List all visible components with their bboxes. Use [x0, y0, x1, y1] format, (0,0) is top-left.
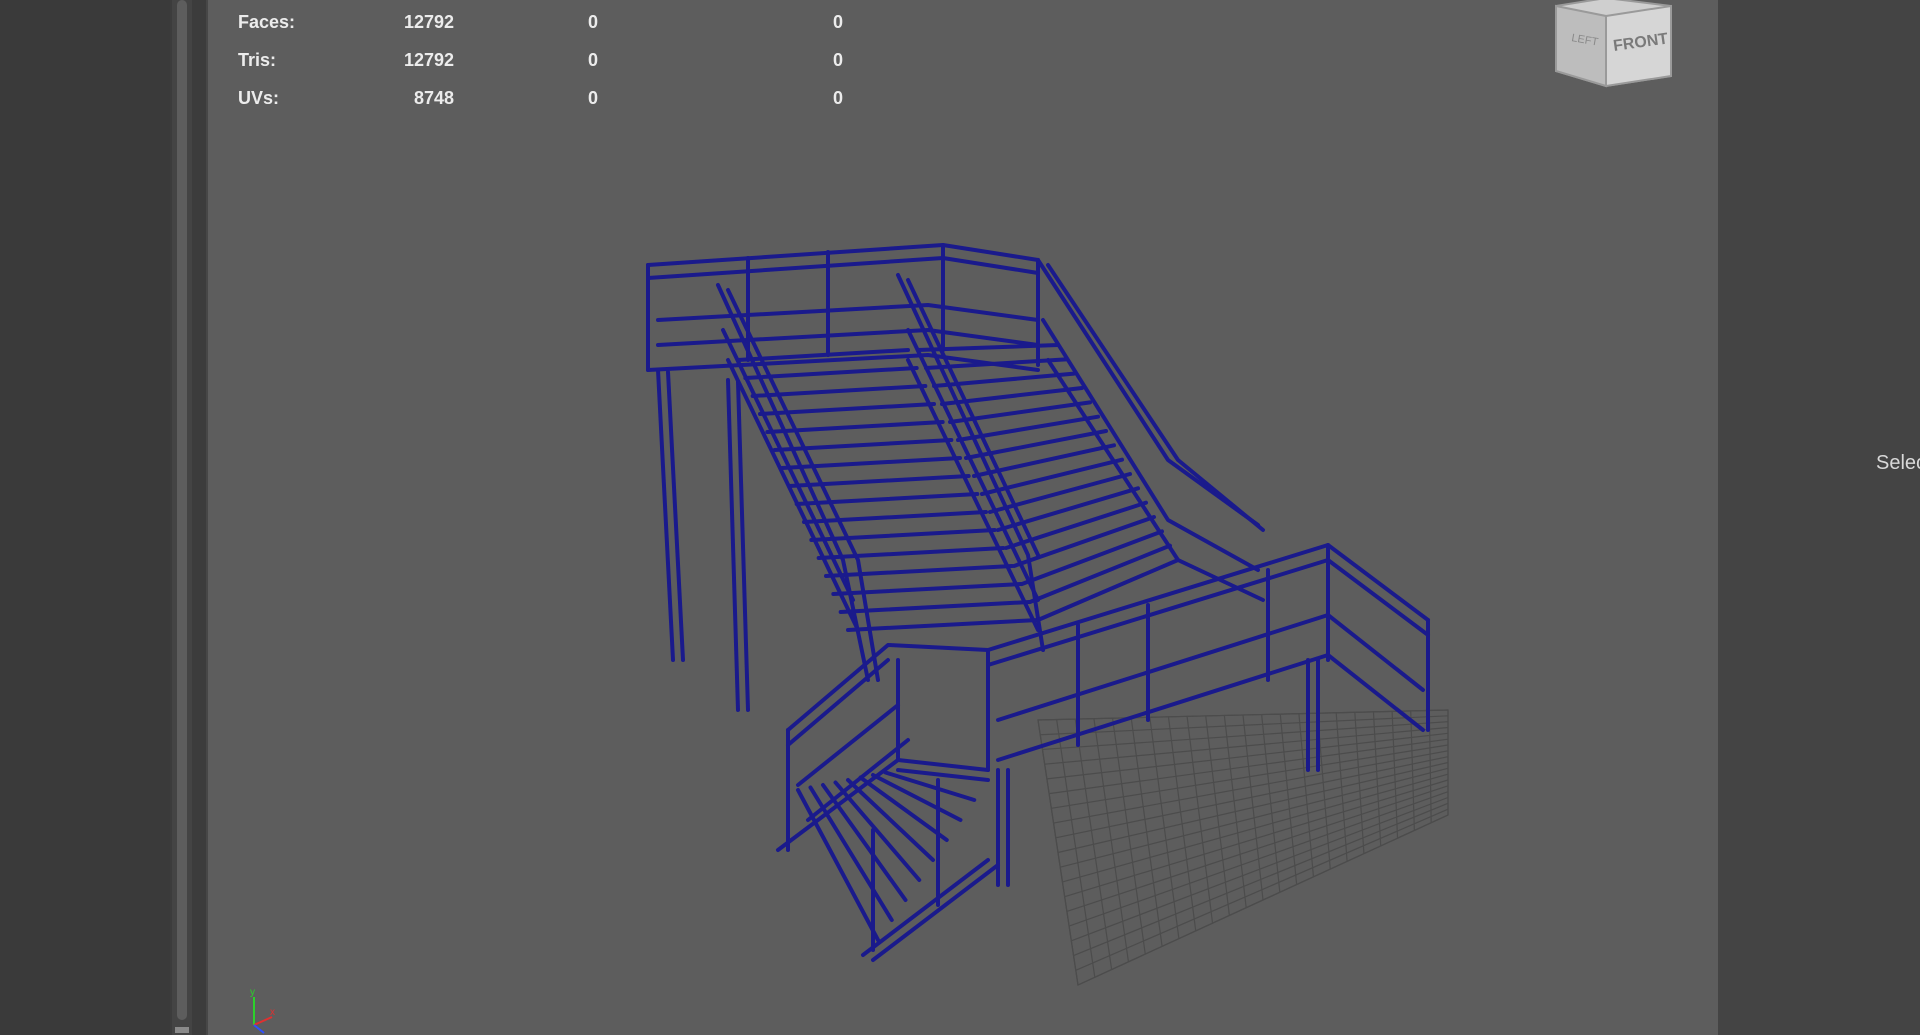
scroll-down-arrow-icon[interactable]: [175, 1027, 189, 1033]
maya-app-window: Faces: 12792 0 0 Tris: 12792 0 0 UVs: 87…: [0, 0, 1920, 1035]
stair-tread: [833, 780, 922, 882]
left-scrollbar[interactable]: [172, 0, 192, 1035]
stair-tread: [743, 366, 919, 380]
stair-tread: [816, 546, 1006, 560]
view-cube[interactable]: LEFT FRONT: [1546, 0, 1686, 106]
stair-tread: [988, 472, 1132, 514]
grid-line: [1279, 714, 1298, 885]
attribute-editor-hint: Selec: [1876, 452, 1920, 474]
axis-gizmo: y x: [250, 987, 275, 1034]
axis-y-label: y: [250, 987, 255, 998]
stair-tread: [996, 486, 1140, 532]
stair-tread: [802, 510, 988, 524]
stair-tread: [846, 618, 1040, 632]
3d-viewport[interactable]: Faces: 12792 0 0 Tris: 12792 0 0 UVs: 87…: [206, 0, 1720, 1035]
grid-line: [1261, 714, 1281, 893]
stair-tread: [796, 788, 880, 942]
ground-grid: [1037, 709, 1449, 986]
scrollbar-thumb[interactable]: [177, 0, 187, 1020]
left-panel: [0, 0, 170, 1035]
right-panel: Selec: [1718, 0, 1920, 1035]
stair-tread: [838, 600, 1032, 614]
axis-x-label: x: [270, 1007, 275, 1018]
grid-line: [1037, 719, 1079, 986]
stair-tread: [809, 528, 997, 542]
stair-tread: [824, 564, 1014, 578]
scene-wireframe-staircase[interactable]: [208, 0, 1718, 1035]
stair-tread: [794, 492, 980, 506]
